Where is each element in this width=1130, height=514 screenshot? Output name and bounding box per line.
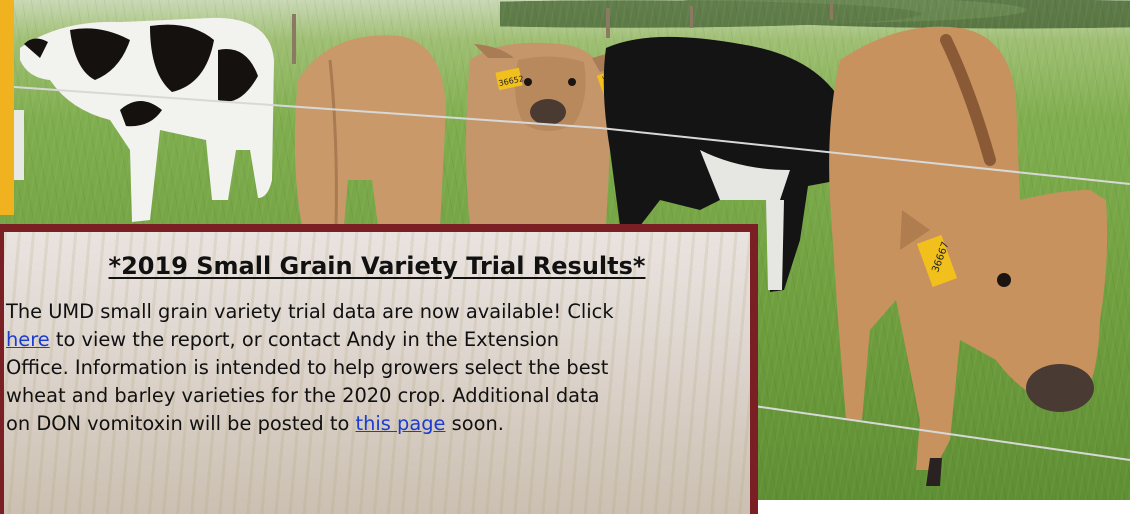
holstein-cow-left <box>10 17 274 223</box>
body-line-1: The UMD small grain variety trial data a… <box>6 300 614 323</box>
this-page-link[interactable]: this page <box>355 412 445 435</box>
body-line-4: wheat and barley varieties for the 2020 … <box>6 384 600 407</box>
jersey-calf-closeup: 36667 <box>829 26 1108 486</box>
accent-bar <box>0 0 14 215</box>
here-link[interactable]: here <box>6 328 50 351</box>
announcement-card: *2019 Small Grain Variety Trial Results*… <box>0 224 758 514</box>
body-line-2: here to view the report, or contact Andy… <box>6 328 560 351</box>
body-line-3: Office. Information is intended to help … <box>6 356 609 379</box>
announcement-card-inner: *2019 Small Grain Variety Trial Results*… <box>4 232 750 514</box>
announcement-title: *2019 Small Grain Variety Trial Results* <box>108 252 646 280</box>
jersey-cow-facing: 36652 36651 <box>466 42 622 226</box>
jersey-cow-rear <box>294 35 446 227</box>
body-line-5: on DON vomitoxin will be posted to this … <box>6 412 504 435</box>
announcement-body: The UMD small grain variety trial data a… <box>4 298 750 438</box>
